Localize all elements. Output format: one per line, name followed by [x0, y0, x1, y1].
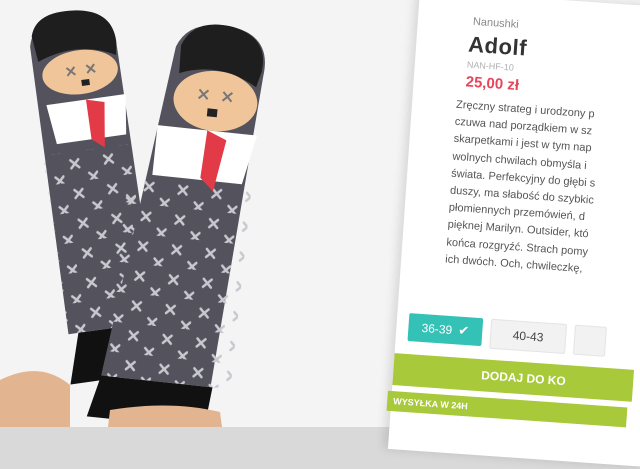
product-description: Zręczny strateg i urodzony p czuwa nad p… [445, 97, 640, 285]
product-price: 25,00 zł [465, 73, 520, 95]
size-label: 36-39 [421, 320, 453, 338]
product-details-panel: Nanushki Adolf NAN-HF-10 25,00 zł Zręczn… [386, 0, 640, 468]
size-option-partial[interactable] [572, 324, 607, 357]
product-sku: NAN-HF-10 [466, 59, 515, 73]
size-option-36-39[interactable]: 36-39 ✔ [407, 313, 484, 347]
size-option-40-43[interactable]: 40-43 [489, 318, 568, 354]
size-selector: 36-39 ✔ 40-43 [407, 313, 607, 357]
product-title: Adolf [467, 31, 528, 61]
brand-name[interactable]: Nanushki [472, 16, 519, 31]
check-icon: ✔ [457, 322, 470, 339]
size-label: 40-43 [512, 328, 544, 345]
